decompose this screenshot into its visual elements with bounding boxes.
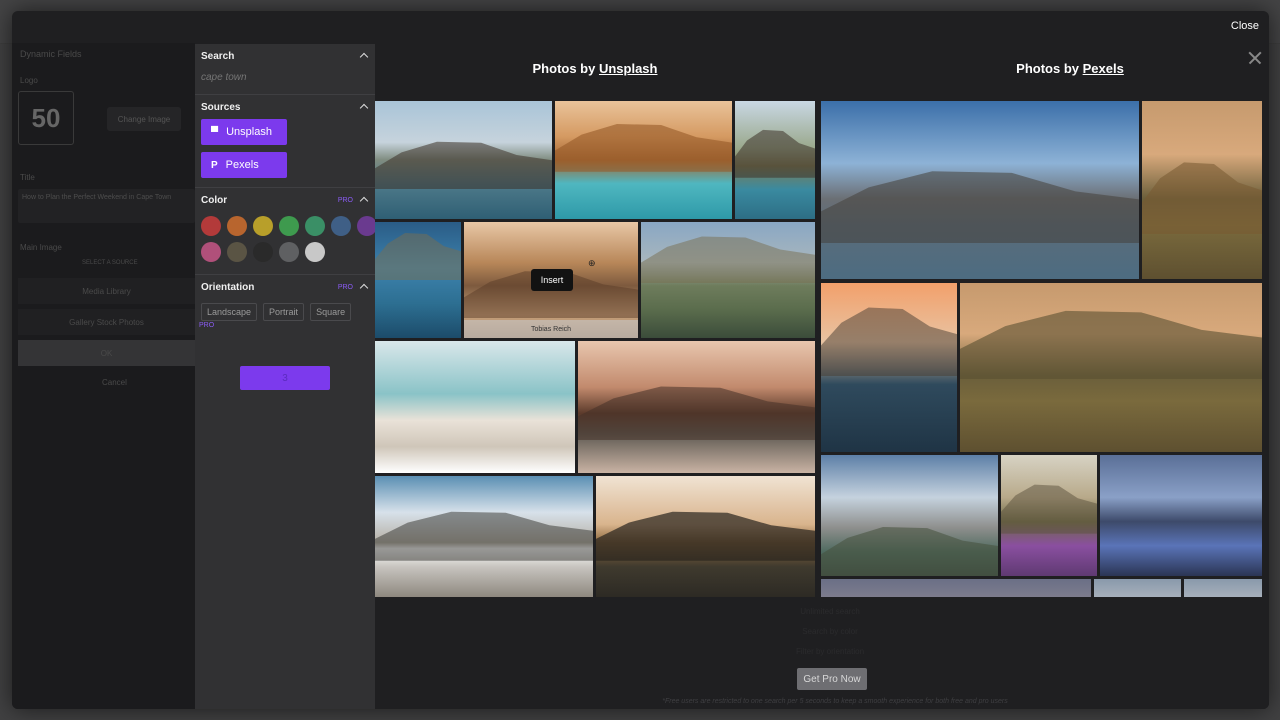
filter-sidebar: Search Sources ▀ Unsplash P Pexels Color xyxy=(195,44,377,709)
color-swatch[interactable] xyxy=(227,216,247,236)
unsplash-icon: ▀ xyxy=(211,126,219,138)
logo-preview: 50 xyxy=(18,91,74,145)
pexels-photo[interactable] xyxy=(821,283,957,452)
gallery-stock-button: Gallery Stock Photos xyxy=(18,309,195,335)
color-swatch[interactable] xyxy=(201,242,221,262)
form-section-title: Dynamic Fields xyxy=(20,49,82,59)
color-swatch[interactable] xyxy=(253,242,273,262)
pexels-photo[interactable] xyxy=(1142,101,1262,279)
unsplash-photo[interactable] xyxy=(596,476,815,597)
rate-limit-footnote: *Free users are restricted to one search… xyxy=(662,698,1008,705)
insert-tooltip-button[interactable]: Insert xyxy=(531,269,573,291)
unsplash-title-prefix: Photos by xyxy=(532,61,599,76)
unsplash-photo[interactable] xyxy=(375,101,552,219)
pexels-link[interactable]: Pexels xyxy=(1083,61,1124,76)
title-label: Title xyxy=(20,173,35,182)
background-form: Dynamic Fields Logo 50 Change Image Titl… xyxy=(12,43,195,709)
promo-line: Search by color xyxy=(802,627,858,636)
pexels-photo[interactable] xyxy=(1100,455,1262,576)
chevron-up-icon xyxy=(359,51,369,61)
color-section-title: Color xyxy=(201,194,228,206)
orientation-portrait-button[interactable]: Portrait xyxy=(263,303,305,321)
source-unsplash-label: Unsplash xyxy=(226,126,272,138)
orientation-section-header[interactable]: Orientation PRO xyxy=(195,275,375,299)
title-field: How to Plan the Perfect Weekend in Cape … xyxy=(18,189,195,223)
zoom-in-icon: ⊕ xyxy=(588,258,596,268)
select-source-label: SELECT A SOURCE xyxy=(82,260,138,266)
pexels-photo[interactable] xyxy=(1094,579,1181,597)
pexels-title-prefix: Photos by xyxy=(1016,61,1083,76)
search-section-header[interactable]: Search xyxy=(195,44,375,68)
color-section-header[interactable]: Color PRO xyxy=(195,188,375,212)
orientation-section: Orientation PRO Landscape Portrait Squar… xyxy=(195,275,375,333)
unsplash-photo[interactable] xyxy=(555,101,732,219)
color-swatch[interactable] xyxy=(279,242,299,262)
color-swatch[interactable] xyxy=(305,242,325,262)
pexels-photo[interactable] xyxy=(821,579,1091,597)
orientation-options: Landscape Portrait Square xyxy=(195,299,375,321)
unsplash-photo[interactable] xyxy=(735,101,815,219)
results-panel: Photos by Unsplash Photos by Pexels Inse… xyxy=(375,44,1269,709)
unsplash-column-title: Photos by Unsplash xyxy=(465,61,725,76)
source-pexels-label: Pexels xyxy=(225,159,259,171)
pro-badge: PRO xyxy=(337,196,353,204)
pexels-photo[interactable] xyxy=(1001,455,1097,576)
color-swatch[interactable] xyxy=(305,216,325,236)
color-section: Color PRO xyxy=(195,188,377,275)
color-swatch[interactable] xyxy=(357,216,377,236)
pexels-photo[interactable] xyxy=(1184,579,1262,597)
cancel-link: Cancel xyxy=(102,378,127,387)
load-more-button[interactable]: 3 xyxy=(240,366,330,390)
unsplash-photo[interactable] xyxy=(641,222,815,338)
modal-close-button[interactable]: Close xyxy=(1231,20,1259,32)
sources-section: Sources ▀ Unsplash P Pexels xyxy=(195,95,375,188)
pro-badge: PRO xyxy=(337,283,353,291)
photo-author-caption: Tobias Reich xyxy=(464,320,638,338)
main-image-label: Main Image xyxy=(20,243,62,252)
promo-line: Filter by orientation xyxy=(795,647,865,656)
orientation-landscape-button[interactable]: Landscape xyxy=(201,303,258,321)
color-swatch[interactable] xyxy=(227,242,247,262)
media-library-button: Media Library xyxy=(18,278,195,304)
pexels-photo[interactable] xyxy=(960,283,1262,452)
unsplash-photo[interactable] xyxy=(375,341,575,473)
color-swatch[interactable] xyxy=(253,216,273,236)
unsplash-link[interactable]: Unsplash xyxy=(599,61,658,76)
pexels-photo[interactable] xyxy=(821,455,998,576)
chevron-up-icon xyxy=(359,102,369,112)
orientation-pro-note: PRO xyxy=(199,322,215,329)
search-input[interactable] xyxy=(201,68,369,86)
color-swatch[interactable] xyxy=(201,216,221,236)
ok-button: OK xyxy=(18,340,195,366)
orientation-section-title: Orientation xyxy=(201,281,255,293)
change-image-button: Change Image xyxy=(107,107,181,131)
unsplash-photo[interactable] xyxy=(578,341,815,473)
logo-label: Logo xyxy=(20,76,38,85)
pexels-icon: P xyxy=(211,159,218,171)
color-swatch[interactable] xyxy=(331,216,351,236)
pexels-photo[interactable] xyxy=(821,101,1139,279)
source-unsplash-button[interactable]: ▀ Unsplash xyxy=(201,119,287,145)
close-icon[interactable] xyxy=(1247,50,1263,66)
source-pexels-button[interactable]: P Pexels xyxy=(201,152,287,178)
chevron-up-icon xyxy=(359,282,369,292)
color-swatch[interactable] xyxy=(279,216,299,236)
sources-section-header[interactable]: Sources xyxy=(195,95,375,119)
image-picker-modal: Close Dynamic Fields Logo 50 Change Imag… xyxy=(12,11,1269,709)
sources-section-title: Sources xyxy=(201,101,241,113)
promo-line: Unlimited search xyxy=(800,607,860,616)
orientation-square-button[interactable]: Square xyxy=(310,303,352,321)
chevron-up-icon xyxy=(359,195,369,205)
search-section-title: Search xyxy=(201,50,235,62)
unsplash-photo[interactable] xyxy=(375,222,461,338)
unsplash-photo[interactable] xyxy=(375,476,593,597)
pexels-column-title: Photos by Pexels xyxy=(940,61,1200,76)
get-pro-button[interactable]: Get Pro Now xyxy=(797,668,867,690)
color-swatch-grid xyxy=(195,212,377,274)
search-section: Search xyxy=(195,44,375,95)
